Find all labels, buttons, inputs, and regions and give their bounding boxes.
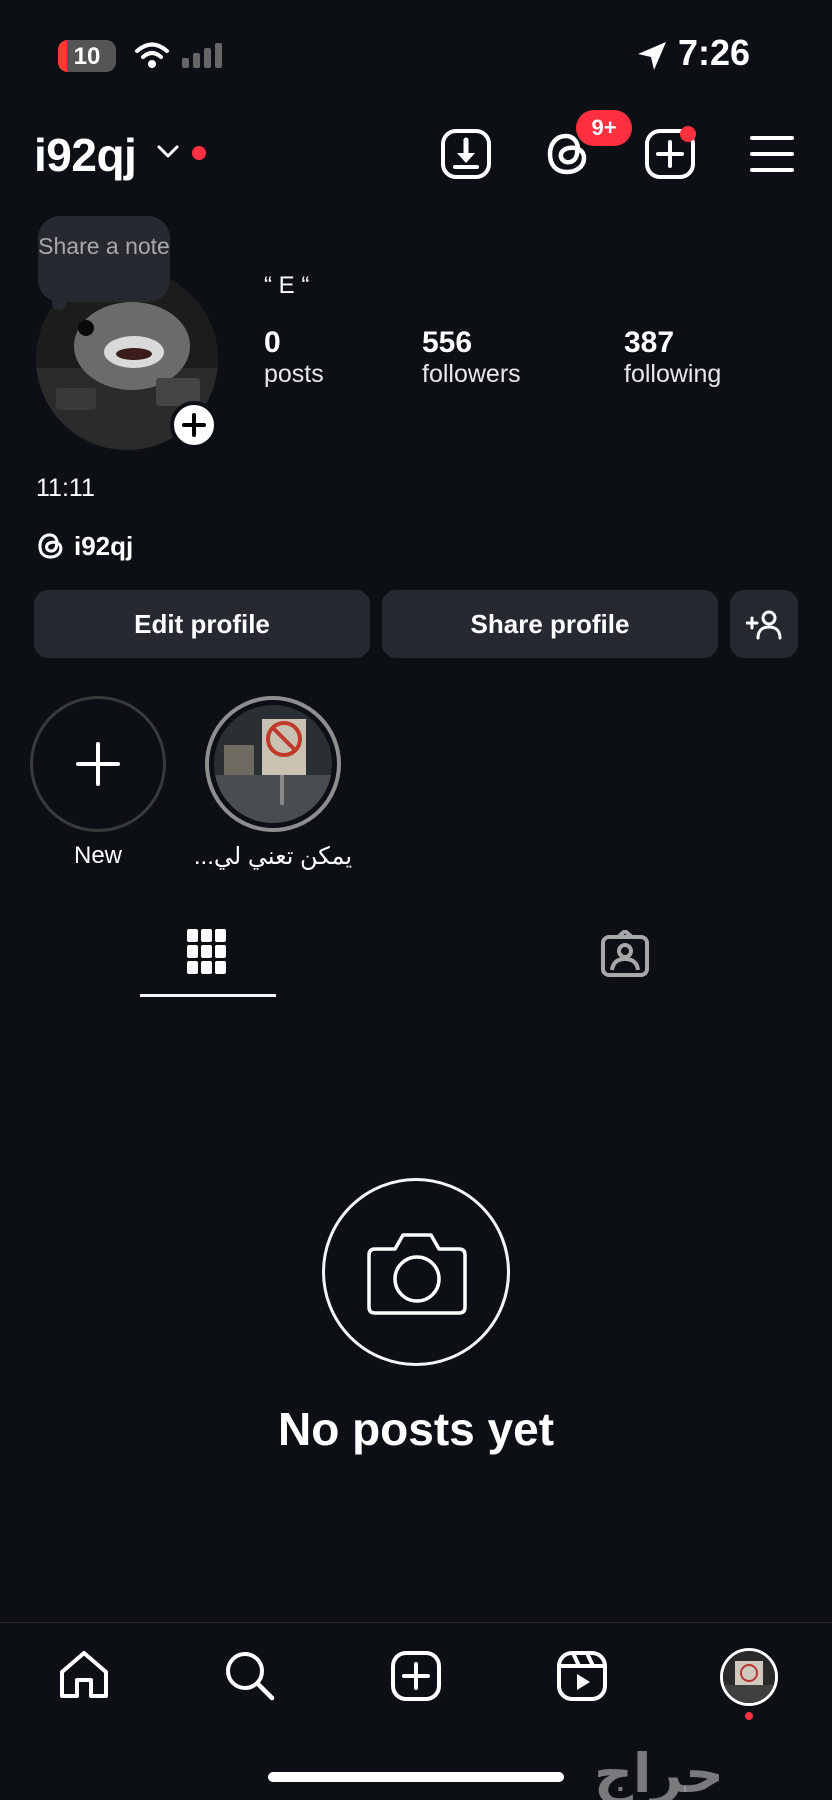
add-person-icon [746, 608, 782, 640]
following-label: following [624, 360, 722, 388]
share-note-bubble[interactable]: Share a note [38, 216, 170, 302]
watermark: حراج [594, 1744, 724, 1800]
posts-stat[interactable]: 0 posts [264, 326, 324, 389]
chevron-down-icon[interactable] [156, 144, 180, 160]
create-icon[interactable] [390, 1650, 442, 1702]
cellular-icon [180, 42, 226, 70]
menu-icon[interactable] [750, 134, 794, 174]
highlight-thumbnail [214, 705, 332, 823]
plus-icon [75, 741, 121, 787]
empty-state-title: No posts yet [277, 1403, 555, 1455]
battery-level: 10 [73, 43, 101, 70]
download-icon[interactable] [440, 128, 492, 180]
following-stat[interactable]: 387 following [624, 326, 721, 389]
account-notification-dot [192, 146, 206, 160]
add-story-button[interactable] [170, 401, 218, 449]
profile-bio: 11:11 [36, 474, 95, 502]
edit-profile-button[interactable]: Edit profile [34, 590, 370, 658]
empty-state-circle [322, 1178, 510, 1366]
followers-label: followers [422, 360, 521, 388]
profile-display-name: “ E “ [264, 272, 310, 299]
threads-icon [36, 530, 66, 562]
new-highlight-label: New [73, 842, 122, 869]
followers-stat[interactable]: 556 followers [422, 326, 521, 389]
wifi-icon [134, 40, 170, 70]
camera-icon [365, 1229, 469, 1317]
status-time: 7:26 [678, 32, 751, 73]
note-bubble-tail [52, 296, 66, 310]
tagged-icon[interactable] [600, 930, 650, 978]
battery-indicator: 10 [58, 40, 116, 72]
story-highlight[interactable] [205, 696, 341, 832]
followers-count: 556 [422, 326, 473, 359]
active-tab-indicator [140, 994, 276, 997]
notification-badge: 9+ [576, 110, 632, 146]
create-notification-dot [680, 126, 696, 142]
grid-icon[interactable] [186, 928, 228, 976]
posts-label: posts [264, 360, 324, 388]
profile-avatar[interactable] [720, 1648, 778, 1706]
following-count: 387 [624, 326, 675, 359]
home-indicator [268, 1772, 564, 1782]
story-highlight-label: يمكن تعني لي... [193, 843, 353, 870]
new-highlight-button[interactable] [30, 696, 166, 832]
discover-people-button[interactable] [730, 590, 798, 658]
search-icon[interactable] [224, 1650, 276, 1702]
reels-icon[interactable] [556, 1650, 608, 1702]
profile-username[interactable]: i92qj [34, 128, 137, 182]
profile-notification-dot [745, 1712, 753, 1720]
threads-profile-link[interactable]: i92qj [36, 530, 133, 562]
posts-count: 0 [264, 326, 281, 359]
location-arrow-icon [636, 40, 668, 72]
threads-handle: i92qj [74, 530, 134, 561]
home-icon[interactable] [58, 1650, 110, 1700]
share-profile-button[interactable]: Share profile [382, 590, 718, 658]
